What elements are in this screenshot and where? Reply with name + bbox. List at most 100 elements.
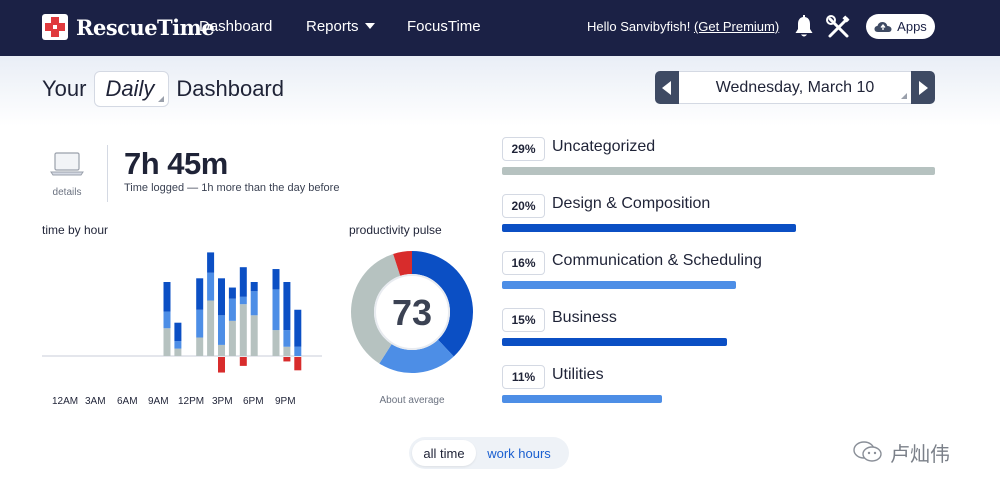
time-by-hour-chart[interactable] (42, 240, 324, 380)
hour-bar-productive[interactable] (218, 315, 225, 345)
nav-reports-label: Reports (306, 18, 359, 35)
details-label: details (52, 187, 82, 198)
hour-axis-label: 6AM (117, 396, 138, 407)
toggle-work-hours[interactable]: work hours (476, 440, 562, 466)
apps-label: Apps (897, 19, 927, 34)
dashboard-title: Your Daily Dashboard (42, 71, 284, 107)
arrow-right-icon (919, 80, 928, 95)
bell-icon[interactable] (793, 15, 815, 39)
hour-bar-very-productive[interactable] (250, 282, 258, 292)
productivity-pulse-chart[interactable]: 73 (350, 250, 474, 374)
hour-bar-very-productive[interactable] (218, 278, 225, 316)
hour-bar-very-productive[interactable] (207, 252, 215, 273)
dropdown-corner-icon (158, 96, 165, 102)
toggle-all-time[interactable]: all time (412, 440, 476, 466)
nav-focustime[interactable]: FocusTime (407, 18, 481, 35)
category-bar (502, 224, 797, 232)
category-percent: 20% (502, 194, 545, 218)
hour-bar-very-productive[interactable] (196, 278, 204, 310)
hour-bar-very-productive[interactable] (163, 282, 171, 312)
nav-reports[interactable]: Reports (306, 18, 375, 35)
hour-bar-very-productive[interactable] (294, 309, 302, 347)
hour-axis-label: 3PM (212, 396, 233, 407)
nav-dashboard[interactable]: Dashboard (199, 18, 272, 35)
category-bar (502, 338, 728, 346)
period-select[interactable]: Daily (94, 71, 170, 107)
category-bar (502, 167, 935, 175)
title-suffix: Dashboard (176, 76, 284, 101)
rescuetime-logo-icon (42, 14, 68, 40)
cloud-icon (874, 21, 892, 32)
hour-bar-distracting[interactable] (218, 357, 225, 373)
title-prefix: Your (42, 76, 87, 101)
date-picker[interactable]: Wednesday, March 10 (679, 71, 911, 104)
hour-axis-label: 6PM (243, 396, 264, 407)
hour-axis-label: 9PM (275, 396, 296, 407)
pulse-score: 73 (392, 292, 432, 333)
hour-bar-neutral[interactable] (272, 330, 280, 356)
period-value: Daily (105, 76, 155, 101)
previous-day-button[interactable] (655, 71, 679, 104)
hour-bar-distracting[interactable] (294, 357, 302, 371)
hour-bar-productive[interactable] (250, 291, 258, 316)
tools-icon[interactable] (826, 15, 851, 40)
hour-bar-very-productive[interactable] (228, 287, 236, 299)
date-navigator: Wednesday, March 10 (655, 71, 935, 104)
hour-bar-productive[interactable] (163, 311, 171, 329)
hour-bar-neutral[interactable] (239, 304, 247, 356)
greeting-text: Hello Sanvibyfish! (587, 19, 691, 34)
hour-bar-productive[interactable] (283, 330, 291, 347)
hour-bar-productive[interactable] (272, 289, 280, 331)
time-range-toggle: all time work hours (409, 437, 569, 469)
hour-bar-productive[interactable] (228, 298, 236, 321)
hour-bar-neutral[interactable] (207, 300, 215, 357)
get-premium-link[interactable]: (Get Premium) (694, 19, 779, 34)
hour-axis-label: 3AM (85, 396, 106, 407)
category-name[interactable]: Utilities (552, 366, 604, 384)
greeting: Hello Sanvibyfish! (Get Premium) (587, 19, 779, 34)
hour-bar-neutral[interactable] (250, 315, 258, 356)
hour-bar-neutral[interactable] (283, 346, 291, 356)
time-by-hour-label: time by hour (42, 223, 109, 237)
caret-down-icon (364, 23, 375, 29)
hour-bar-very-productive[interactable] (239, 267, 247, 297)
dropdown-corner-icon (901, 93, 907, 99)
category-percent: 16% (502, 251, 545, 275)
hour-bar-productive[interactable] (239, 296, 247, 305)
productivity-pulse-label: productivity pulse (349, 223, 442, 237)
category-name[interactable]: Design & Composition (552, 195, 710, 213)
category-name[interactable]: Uncategorized (552, 138, 655, 156)
next-day-button[interactable] (911, 71, 935, 104)
hour-bar-productive[interactable] (174, 341, 182, 349)
category-percent: 11% (502, 365, 545, 389)
category-percent: 15% (502, 308, 545, 332)
hour-bar-neutral[interactable] (196, 337, 204, 357)
hour-axis-label: 9AM (148, 396, 169, 407)
hour-bar-neutral[interactable] (228, 320, 236, 356)
total-time: 7h 45m (124, 146, 228, 181)
hour-axis-label: 12AM (52, 396, 79, 407)
category-bar (502, 281, 736, 289)
hour-bar-neutral[interactable] (174, 348, 182, 356)
hour-bar-productive[interactable] (207, 272, 215, 301)
hour-bar-very-productive[interactable] (174, 322, 182, 342)
category-bar (502, 395, 663, 403)
hour-bar-productive[interactable] (294, 346, 302, 356)
hour-bar-distracting[interactable] (239, 357, 247, 366)
hour-bar-distracting[interactable] (283, 357, 291, 362)
hour-bar-neutral[interactable] (163, 328, 171, 356)
category-name[interactable]: Communication & Scheduling (552, 252, 762, 270)
watermark: 卢灿伟 (852, 438, 950, 466)
hour-bar-very-productive[interactable] (283, 282, 291, 331)
current-date: Wednesday, March 10 (715, 78, 875, 96)
apps-button[interactable]: Apps (866, 14, 935, 39)
wechat-icon (853, 441, 882, 462)
hour-bar-very-productive[interactable] (272, 269, 280, 290)
details-button[interactable]: details (48, 152, 86, 198)
hour-axis-label: 12PM (178, 396, 205, 407)
rescuetime-logo[interactable]: RescueTime (42, 12, 215, 42)
category-name[interactable]: Business (552, 309, 617, 327)
hour-bar-neutral[interactable] (218, 344, 225, 356)
divider (107, 145, 108, 202)
hour-bar-productive[interactable] (196, 309, 204, 338)
